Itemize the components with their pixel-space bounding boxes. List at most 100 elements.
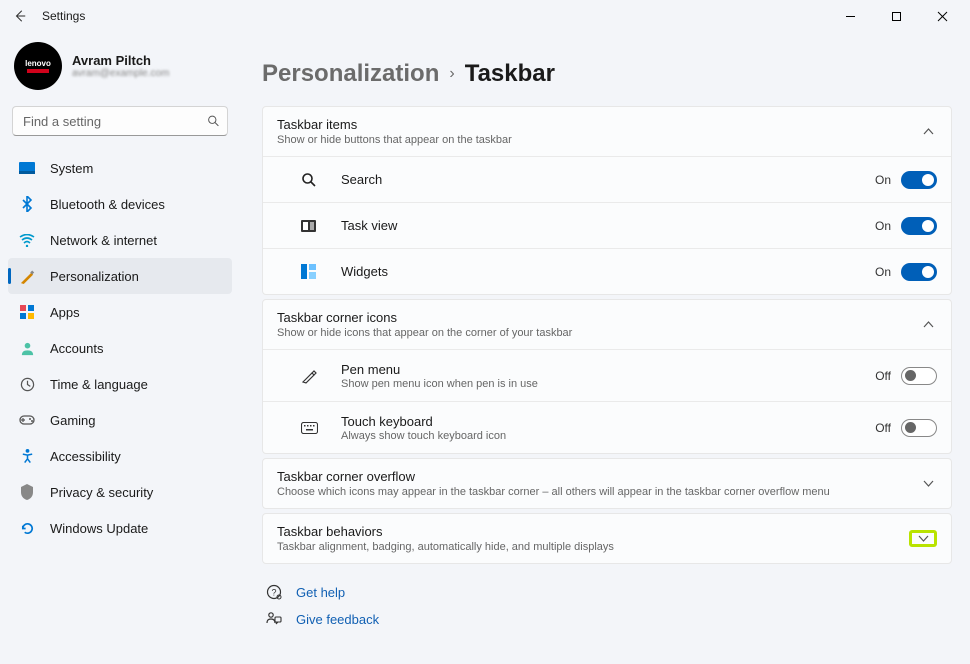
nav-apps[interactable]: Apps: [8, 294, 232, 330]
feedback-label: Give feedback: [296, 612, 379, 627]
back-button[interactable]: [8, 4, 32, 28]
taskview-icon: [301, 220, 341, 232]
nav-network[interactable]: Network & internet: [8, 222, 232, 258]
toggle-state: On: [875, 173, 891, 187]
svg-text:?: ?: [271, 588, 276, 598]
search-container: [12, 106, 228, 136]
privacy-icon: [18, 484, 36, 500]
chevron-down-icon[interactable]: [914, 535, 932, 542]
help-icon: ?: [266, 584, 282, 600]
gaming-icon: [18, 414, 36, 426]
section-behaviors[interactable]: Taskbar behaviors Taskbar alignment, bad…: [263, 514, 951, 563]
section-title: Taskbar corner overflow: [277, 469, 919, 484]
maximize-button[interactable]: [876, 2, 916, 30]
update-icon: [18, 521, 36, 536]
toggle-taskview[interactable]: [901, 217, 937, 235]
nav-label: Gaming: [50, 413, 96, 428]
close-button[interactable]: [922, 2, 962, 30]
system-icon: [18, 162, 36, 174]
section-title: Taskbar behaviors: [277, 524, 909, 539]
user-email: avram@example.com: [72, 68, 169, 79]
section-corner-icons[interactable]: Taskbar corner icons Show or hide icons …: [263, 300, 951, 349]
toggle-widgets[interactable]: [901, 263, 937, 281]
breadcrumb-current: Taskbar: [465, 60, 555, 88]
section-title: Taskbar corner icons: [277, 310, 919, 325]
section-desc: Taskbar alignment, badging, automaticall…: [277, 541, 909, 553]
toggle-state: On: [875, 219, 891, 233]
apps-icon: [18, 305, 36, 320]
user-name: Avram Piltch: [72, 53, 169, 68]
personalization-icon: [18, 269, 36, 284]
nav-system[interactable]: System: [8, 150, 232, 186]
nav-label: Privacy & security: [50, 485, 153, 500]
search-icon: [301, 172, 341, 188]
row-label: Search: [341, 172, 875, 187]
row-search: Search On: [263, 156, 951, 202]
nav-time-language[interactable]: Time & language: [8, 366, 232, 402]
row-label: Task view: [341, 218, 875, 233]
widgets-icon: [301, 264, 341, 279]
section-taskbar-items[interactable]: Taskbar items Show or hide buttons that …: [263, 107, 951, 156]
nav-label: Windows Update: [50, 521, 148, 536]
breadcrumb: Personalization › Taskbar: [262, 60, 952, 88]
accounts-icon: [18, 341, 36, 356]
toggle-state: Off: [875, 369, 891, 383]
row-widgets: Widgets On: [263, 248, 951, 294]
nav-label: Bluetooth & devices: [50, 197, 165, 212]
row-taskview: Task view On: [263, 202, 951, 248]
nav-label: Accounts: [50, 341, 103, 356]
time-icon: [18, 377, 36, 392]
toggle-state: Off: [875, 421, 891, 435]
nav-privacy[interactable]: Privacy & security: [8, 474, 232, 510]
avatar: lenovo: [14, 42, 62, 90]
section-desc: Show or hide buttons that appear on the …: [277, 134, 919, 146]
nav-label: Network & internet: [50, 233, 157, 248]
chevron-down-icon: [919, 480, 937, 487]
network-icon: [18, 234, 36, 247]
chevron-right-icon: ›: [449, 65, 454, 83]
chevron-up-icon: [919, 128, 937, 135]
nav-windows-update[interactable]: Windows Update: [8, 510, 232, 546]
user-profile[interactable]: lenovo Avram Piltch avram@example.com: [8, 38, 232, 100]
search-icon: [207, 115, 220, 128]
feedback-icon: [266, 612, 282, 627]
bluetooth-icon: [18, 196, 36, 212]
feedback-link[interactable]: Give feedback: [266, 606, 952, 633]
accessibility-icon: [18, 448, 36, 464]
nav-accessibility[interactable]: Accessibility: [8, 438, 232, 474]
nav-accounts[interactable]: Accounts: [8, 330, 232, 366]
section-title: Taskbar items: [277, 117, 919, 132]
row-touch-keyboard: Touch keyboard Always show touch keyboar…: [263, 401, 951, 453]
row-label: Widgets: [341, 264, 875, 279]
nav-label: System: [50, 161, 93, 176]
nav-label: Personalization: [50, 269, 139, 284]
chevron-up-icon: [919, 321, 937, 328]
section-overflow[interactable]: Taskbar corner overflow Choose which ico…: [263, 459, 951, 508]
row-sub: Always show touch keyboard icon: [341, 430, 875, 442]
toggle-search[interactable]: [901, 171, 937, 189]
nav-label: Time & language: [50, 377, 148, 392]
row-label: Pen menu: [341, 362, 875, 377]
search-input[interactable]: [12, 106, 228, 136]
section-desc: Choose which icons may appear in the tas…: [277, 486, 919, 498]
breadcrumb-parent[interactable]: Personalization: [262, 60, 439, 88]
nav-label: Apps: [50, 305, 80, 320]
app-title: Settings: [42, 9, 85, 23]
keyboard-icon: [301, 422, 341, 434]
get-help-link[interactable]: ? Get help: [266, 578, 952, 606]
nav-label: Accessibility: [50, 449, 121, 464]
section-desc: Show or hide icons that appear on the co…: [277, 327, 919, 339]
nav-gaming[interactable]: Gaming: [8, 402, 232, 438]
row-pen-menu: Pen menu Show pen menu icon when pen is …: [263, 349, 951, 401]
toggle-touch-keyboard[interactable]: [901, 419, 937, 437]
toggle-pen-menu[interactable]: [901, 367, 937, 385]
nav-bluetooth[interactable]: Bluetooth & devices: [8, 186, 232, 222]
row-label: Touch keyboard: [341, 414, 875, 429]
help-label: Get help: [296, 585, 345, 600]
toggle-state: On: [875, 265, 891, 279]
pen-icon: [301, 368, 341, 384]
row-sub: Show pen menu icon when pen is in use: [341, 378, 875, 390]
highlighted-expand: [909, 530, 937, 547]
minimize-button[interactable]: [830, 2, 870, 30]
nav-personalization[interactable]: Personalization: [8, 258, 232, 294]
